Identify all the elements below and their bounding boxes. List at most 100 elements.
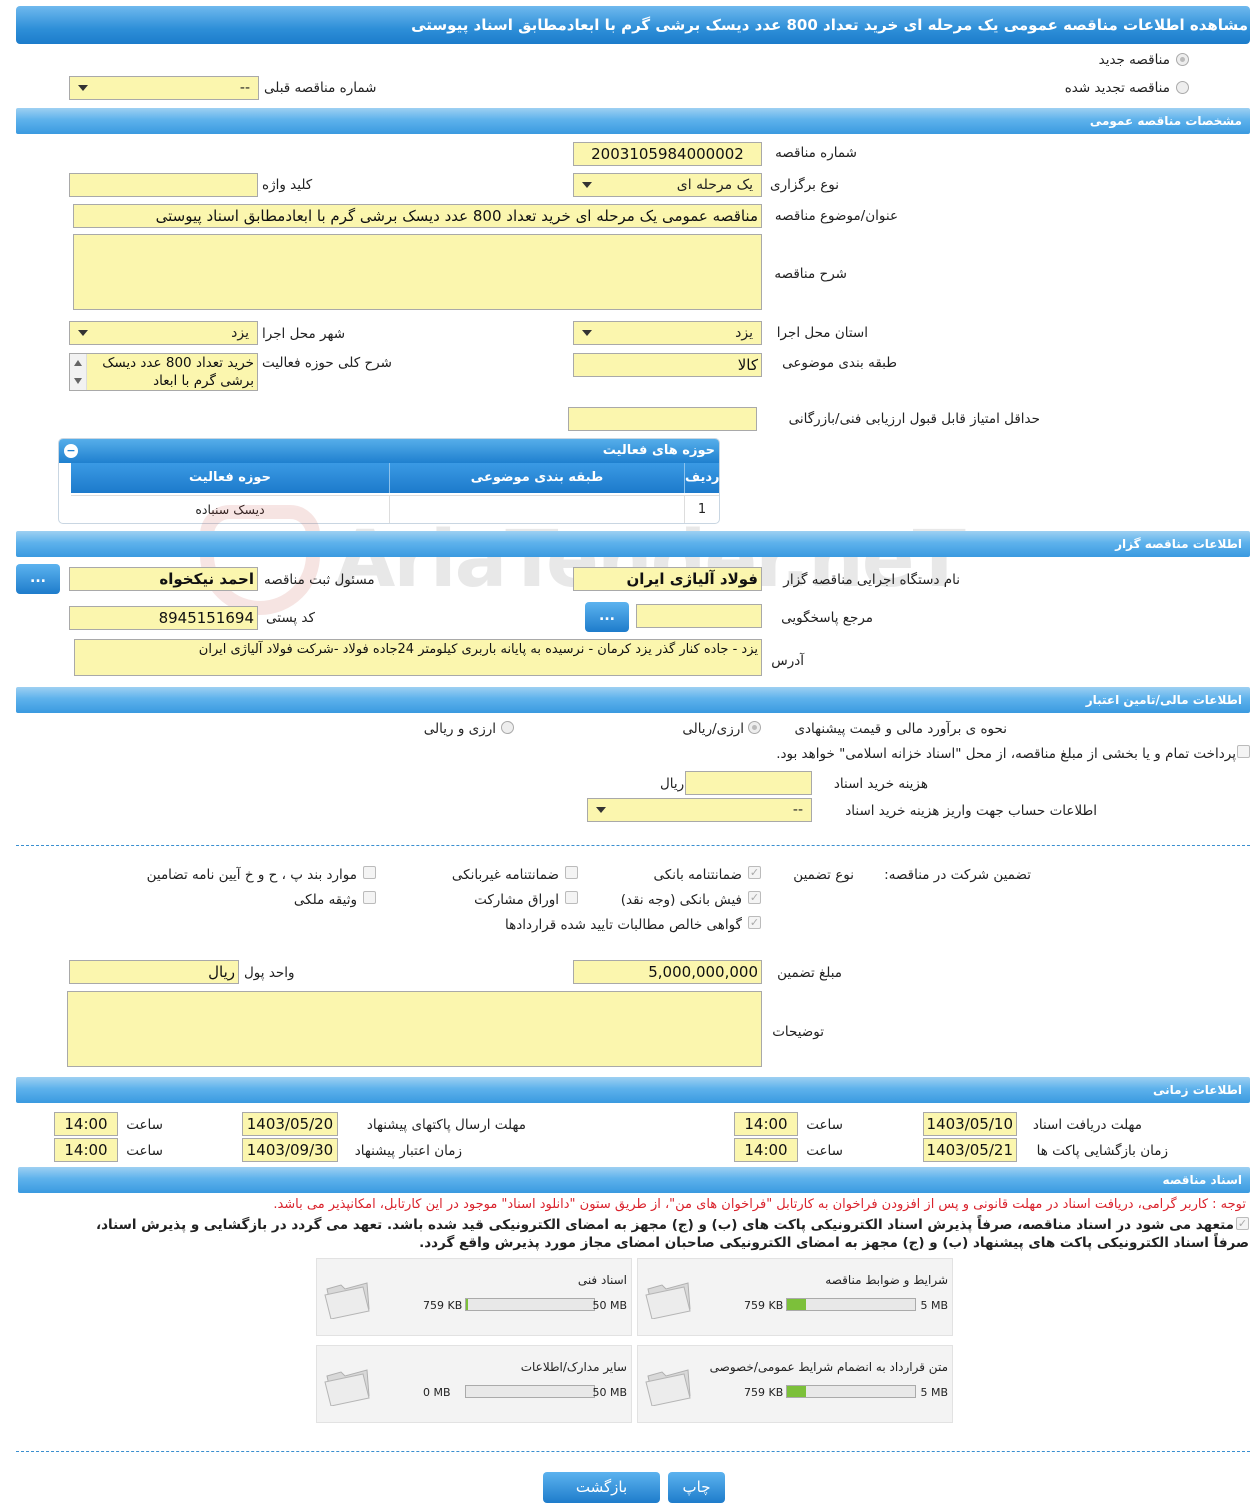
section-finance: اطلاعات مالی/تامین اعتبار — [16, 687, 1250, 713]
opening-time[interactable]: 14:00 — [734, 1138, 798, 1162]
doc-max-size: 50 MB — [592, 1299, 627, 1312]
currency-field[interactable]: ریال — [69, 960, 239, 984]
bank-receipt-checkbox[interactable]: ✓ — [748, 891, 761, 904]
currency-rial-radio[interactable] — [748, 721, 761, 734]
min-score-field[interactable] — [568, 407, 757, 431]
responsible-label: مسئول ثبت مناقصه — [264, 572, 375, 588]
postal-field[interactable]: 8945151694 — [69, 606, 258, 630]
opening-date[interactable]: 1403/05/21 — [923, 1138, 1017, 1162]
guarantee-label: تضمین شرکت در مناقصه: — [884, 867, 1031, 883]
currency-and-rial-label: ارزی و ریالی — [423, 721, 496, 737]
send-deadline-time[interactable]: 14:00 — [54, 1112, 118, 1136]
property-checkbox[interactable] — [363, 891, 376, 904]
doc-name: سایر مدارک/اطلاعات — [520, 1360, 627, 1374]
new-tender-radio[interactable] — [1176, 53, 1189, 66]
col-activity: حوزه فعالیت — [189, 470, 271, 485]
amount-field[interactable]: 5,000,000,000 — [573, 960, 762, 984]
bank-receipt-label: فیش بانکی (وجه نقد) — [620, 892, 742, 908]
doc-name: اسناد فنی — [577, 1273, 627, 1287]
bonds-checkbox[interactable] — [565, 891, 578, 904]
notes-label: توضیحات — [772, 1024, 824, 1040]
treasury-text: پرداخت تمام و یا بخشی از مبلغ مناقصه، از… — [776, 746, 1236, 762]
scroll-down-icon[interactable] — [74, 378, 82, 384]
doc-name: شرایط و ضوابط مناقصه — [825, 1273, 948, 1287]
new-tender-label: مناقصه جدید — [1098, 52, 1170, 68]
tender-number-label: شماره مناقصه — [775, 145, 857, 161]
province-select[interactable]: یزد — [573, 321, 762, 345]
row-index: 1 — [684, 496, 719, 523]
scroll-up-icon[interactable] — [74, 360, 82, 366]
activity-desc-label: شرح کلی حوزه فعالیت — [262, 355, 392, 371]
responsible-more-button[interactable]: ... — [16, 564, 60, 594]
doc-card-other[interactable]: سایر مدارک/اطلاعات 0 MB 50 MB — [316, 1345, 632, 1423]
doc-deadline-date[interactable]: 1403/05/10 — [923, 1112, 1017, 1136]
chevron-down-icon — [78, 85, 88, 91]
commit-line-1: متعهد می شود در اسناد مناقصه، صرفاً پذیر… — [95, 1217, 1234, 1233]
section-timing-title: اطلاعات زمانی — [1153, 1083, 1242, 1097]
folder-icon — [324, 1369, 370, 1406]
tender-number-field[interactable]: 2003105984000002 — [573, 142, 762, 166]
doc-card-contract[interactable]: متن قرارداد به انضمام شرایط عمومی/خصوصی … — [637, 1345, 953, 1423]
back-button[interactable]: بازگشت — [543, 1472, 660, 1503]
currency-and-rial-radio[interactable] — [501, 721, 514, 734]
validity-time-label: ساعت — [126, 1143, 163, 1159]
section-finance-title: اطلاعات مالی/تامین اعتبار — [1085, 693, 1242, 707]
opening-time-label: ساعت — [806, 1143, 843, 1159]
watermark-text: AriaTender.neT — [335, 515, 966, 605]
row-activity: دیسک سنباده — [195, 502, 265, 517]
keyword-label: کلید واژه — [262, 177, 313, 193]
renewed-tender-label: مناقصه تجدید شده — [1064, 80, 1170, 96]
account-label: اطلاعات حساب جهت واریز هزینه خرید اسناد — [845, 803, 1097, 819]
currency-label: واحد پول — [244, 965, 295, 981]
bank-guarantee-checkbox[interactable]: ✓ — [748, 866, 761, 879]
doc-progress-bar — [786, 1298, 916, 1311]
validity-time[interactable]: 14:00 — [54, 1138, 118, 1162]
ref-more-button[interactable]: ... — [585, 602, 629, 632]
section-general-title: مشخصات مناقصه عمومی — [1089, 114, 1242, 128]
category-field[interactable]: کالا — [573, 353, 762, 377]
keyword-field[interactable] — [69, 173, 258, 197]
prev-number-select[interactable]: -- — [69, 76, 259, 100]
activity-desc-scrollbar[interactable] — [70, 354, 87, 390]
doc-fee-field[interactable] — [685, 771, 812, 795]
doc-card-technical[interactable]: اسناد فنی 759 KB 50 MB — [316, 1258, 632, 1336]
non-bank-guarantee-checkbox[interactable] — [565, 866, 578, 879]
doc-name: متن قرارداد به انضمام شرایط عمومی/خصوصی — [709, 1360, 948, 1374]
address-field[interactable]: یزد - جاده کنار گذر یزد کرمان - نرسیده ب… — [74, 639, 762, 676]
receivables-checkbox[interactable]: ✓ — [748, 916, 761, 929]
activity-desc-field[interactable]: خرید تعداد 800 عدد دیسک برشی گرم با ابعا… — [69, 353, 258, 391]
print-button[interactable]: چاپ — [668, 1472, 725, 1503]
collapse-icon[interactable]: − — [64, 444, 78, 458]
doc-progress-bar — [786, 1385, 916, 1398]
account-select[interactable]: -- — [587, 798, 812, 822]
cases-label: موارد بند پ ، ح و خ آیین نامه تضامین — [146, 867, 357, 883]
doc-card-terms[interactable]: شرایط و ضوابط مناقصه 759 KB 5 MB — [637, 1258, 953, 1336]
renewed-tender-radio[interactable] — [1176, 81, 1189, 94]
doc-fee-unit: ریال — [660, 776, 685, 792]
category-label: طبقه بندی موضوعی — [782, 355, 897, 371]
folder-icon — [645, 1282, 691, 1319]
type-select[interactable]: یک مرحله ای — [573, 173, 762, 197]
section-documents-title: اسناد مناقصه — [1162, 1173, 1242, 1187]
doc-deadline-time[interactable]: 14:00 — [734, 1112, 798, 1136]
bonds-label: اوراق مشارکت — [474, 892, 559, 908]
row-category — [389, 496, 684, 523]
validity-date[interactable]: 1403/09/30 — [242, 1138, 338, 1162]
section-documents: اسناد مناقصه — [18, 1167, 1250, 1193]
section-timing: اطلاعات زمانی — [16, 1077, 1250, 1103]
cases-checkbox[interactable] — [363, 866, 376, 879]
subject-field[interactable]: مناقصه عمومی یک مرحله ای خرید تعداد 800 … — [73, 204, 762, 228]
org-field[interactable]: فولاد آلیاژی ایران — [573, 567, 762, 591]
treasury-checkbox[interactable] — [1237, 745, 1250, 758]
description-label: شرح مناقصه — [774, 266, 847, 282]
send-deadline-date[interactable]: 1403/05/20 — [242, 1112, 338, 1136]
ref-field[interactable] — [636, 604, 762, 628]
activity-table-header: حوزه های فعالیت − — [59, 439, 719, 463]
commit-checkbox[interactable]: ✓ — [1236, 1217, 1249, 1230]
responsible-field[interactable]: احمد نیکخواه — [69, 567, 258, 591]
currency-rial-label: ارزی/ریالی — [682, 721, 744, 737]
type-label: نوع برگزاری — [770, 177, 839, 193]
city-select[interactable]: یزد — [69, 321, 258, 345]
description-field[interactable] — [73, 234, 762, 310]
notes-field[interactable] — [67, 991, 762, 1067]
